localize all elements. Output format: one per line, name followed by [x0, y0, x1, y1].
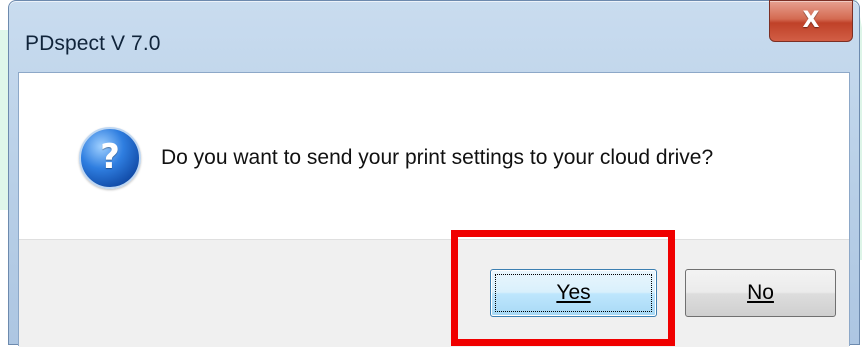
window-title: PDspect V 7.0: [25, 32, 161, 55]
focus-ring: [495, 274, 652, 312]
dialog-content: ? Do you want to send your print setting…: [18, 72, 850, 347]
yes-button[interactable]: Yes: [490, 269, 657, 317]
button-bar: Yes No: [19, 239, 849, 347]
dialog-window: PDspect V 7.0 X ? Do you want to send yo…: [8, 0, 860, 347]
no-button[interactable]: No: [685, 269, 836, 317]
close-icon: X: [802, 8, 820, 33]
question-icon-glyph: ?: [100, 137, 120, 177]
dialog-message: Do you want to send your print settings …: [161, 146, 714, 169]
question-icon: ?: [79, 127, 141, 189]
close-button[interactable]: X: [769, 0, 853, 42]
no-button-label: No: [747, 281, 774, 304]
